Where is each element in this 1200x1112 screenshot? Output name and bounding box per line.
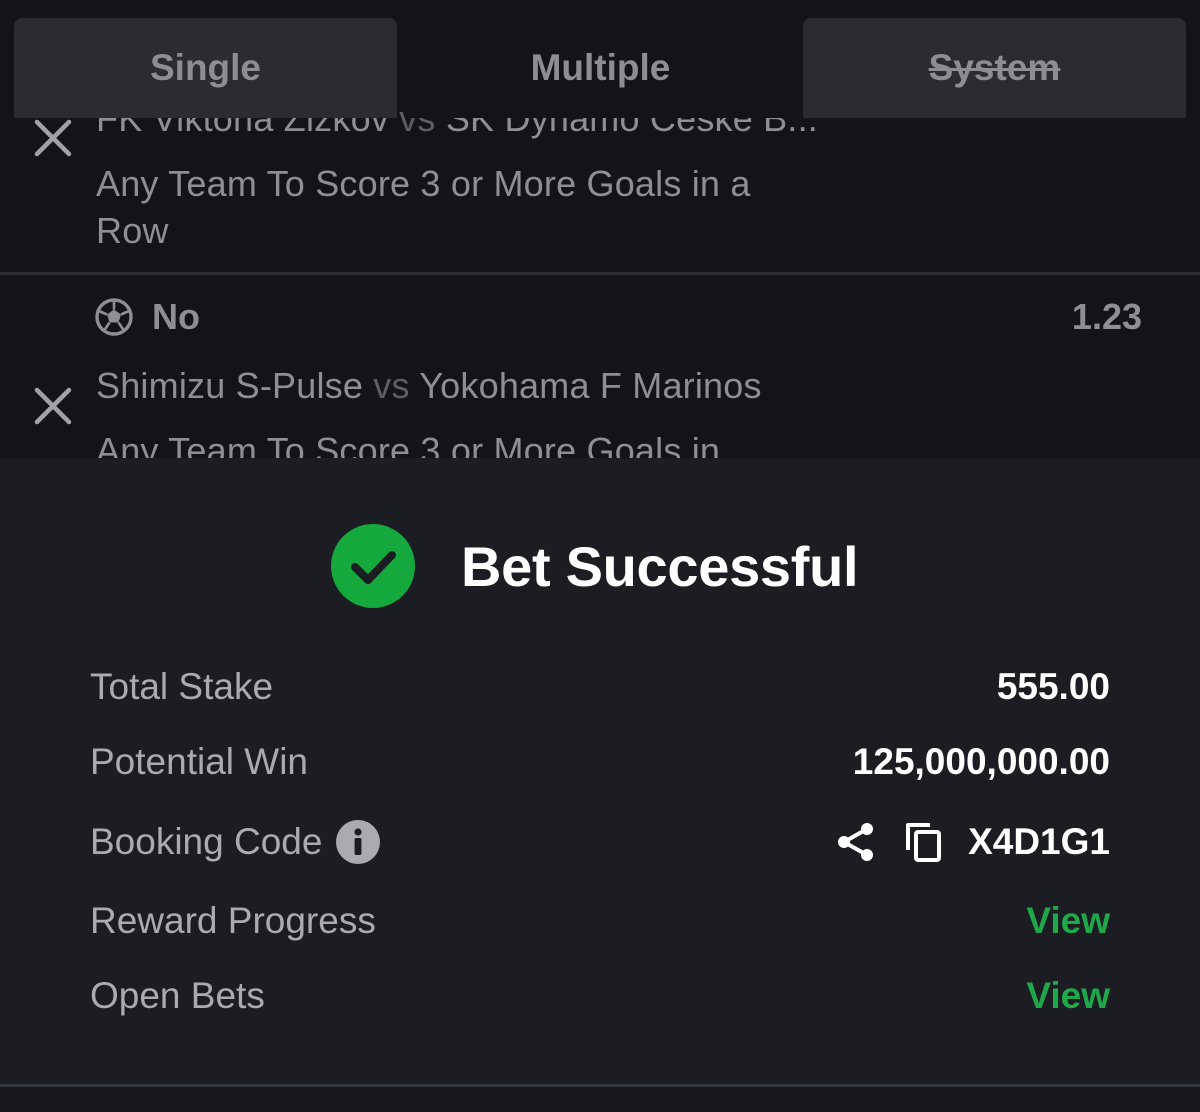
potential-win-label: Potential Win xyxy=(90,741,308,782)
reward-progress-label: Reward Progress xyxy=(90,900,376,941)
match-name: Shimizu S-Pulse vs Yokohama F Marinos xyxy=(96,365,762,407)
close-icon xyxy=(34,119,72,157)
booking-code-value: X4D1G1 xyxy=(968,821,1110,862)
total-stake-label: Total Stake xyxy=(90,666,274,707)
open-bets-label: Open Bets xyxy=(90,975,265,1016)
tab-single[interactable]: Single xyxy=(14,18,397,118)
bottom-area xyxy=(0,1087,1200,1112)
bet-item: No 1.23 Shimizu S-Pulse vs Yokohama F Ma… xyxy=(0,275,1200,460)
remove-bet-button[interactable] xyxy=(30,115,76,161)
market-name: Any Team To Score 3 or More Goals in xyxy=(96,430,721,460)
booking-code-label: Booking Code xyxy=(90,821,323,862)
betslip-screen: FK Viktoria Žižkov vs SK Dynamo České B.… xyxy=(0,0,1200,1112)
success-header: Bet Successful xyxy=(331,524,859,608)
odds-value: 1.23 xyxy=(1071,296,1142,337)
tab-system: System xyxy=(803,18,1186,118)
booking-code-label-wrap: Booking Code xyxy=(90,817,381,867)
selection-label: No xyxy=(152,296,200,337)
total-stake-value: 555.00 xyxy=(996,666,1110,707)
potential-win-value: 125,000,000.00 xyxy=(852,741,1110,782)
check-circle-icon xyxy=(331,524,415,608)
reward-progress-view-link[interactable]: View xyxy=(1026,896,1110,946)
open-bets-view-link[interactable]: View xyxy=(1026,971,1110,1021)
booking-code-actions: X4D1G1 xyxy=(834,817,1110,867)
close-icon xyxy=(34,387,72,425)
copy-icon[interactable] xyxy=(902,820,946,864)
info-icon[interactable] xyxy=(336,820,381,864)
open-bets-row: Open Bets View xyxy=(90,971,1110,1021)
potential-win-row: Potential Win 125,000,000.00 xyxy=(90,737,1110,787)
bet-success-panel: Bet Successful Total Stake 555.00 Potent… xyxy=(0,458,1200,1112)
share-icon[interactable] xyxy=(834,820,878,864)
tab-multiple[interactable]: Multiple xyxy=(409,18,792,118)
soccer-ball-icon xyxy=(95,298,133,336)
vs-label: vs xyxy=(373,365,410,406)
bet-type-tabs: Single Multiple System xyxy=(14,18,1186,118)
total-stake-row: Total Stake 555.00 xyxy=(90,662,1110,712)
reward-progress-row: Reward Progress View xyxy=(90,896,1110,946)
away-team: Yokohama F Marinos xyxy=(419,365,762,406)
success-title: Bet Successful xyxy=(461,534,859,598)
market-name: Any Team To Score 3 or More Goals in a R… xyxy=(96,163,751,251)
selection: No xyxy=(94,296,200,337)
home-team: Shimizu S-Pulse xyxy=(96,365,364,406)
remove-bet-button[interactable] xyxy=(30,383,76,429)
booking-code-row: Booking Code X4D1G1 xyxy=(90,817,1110,867)
